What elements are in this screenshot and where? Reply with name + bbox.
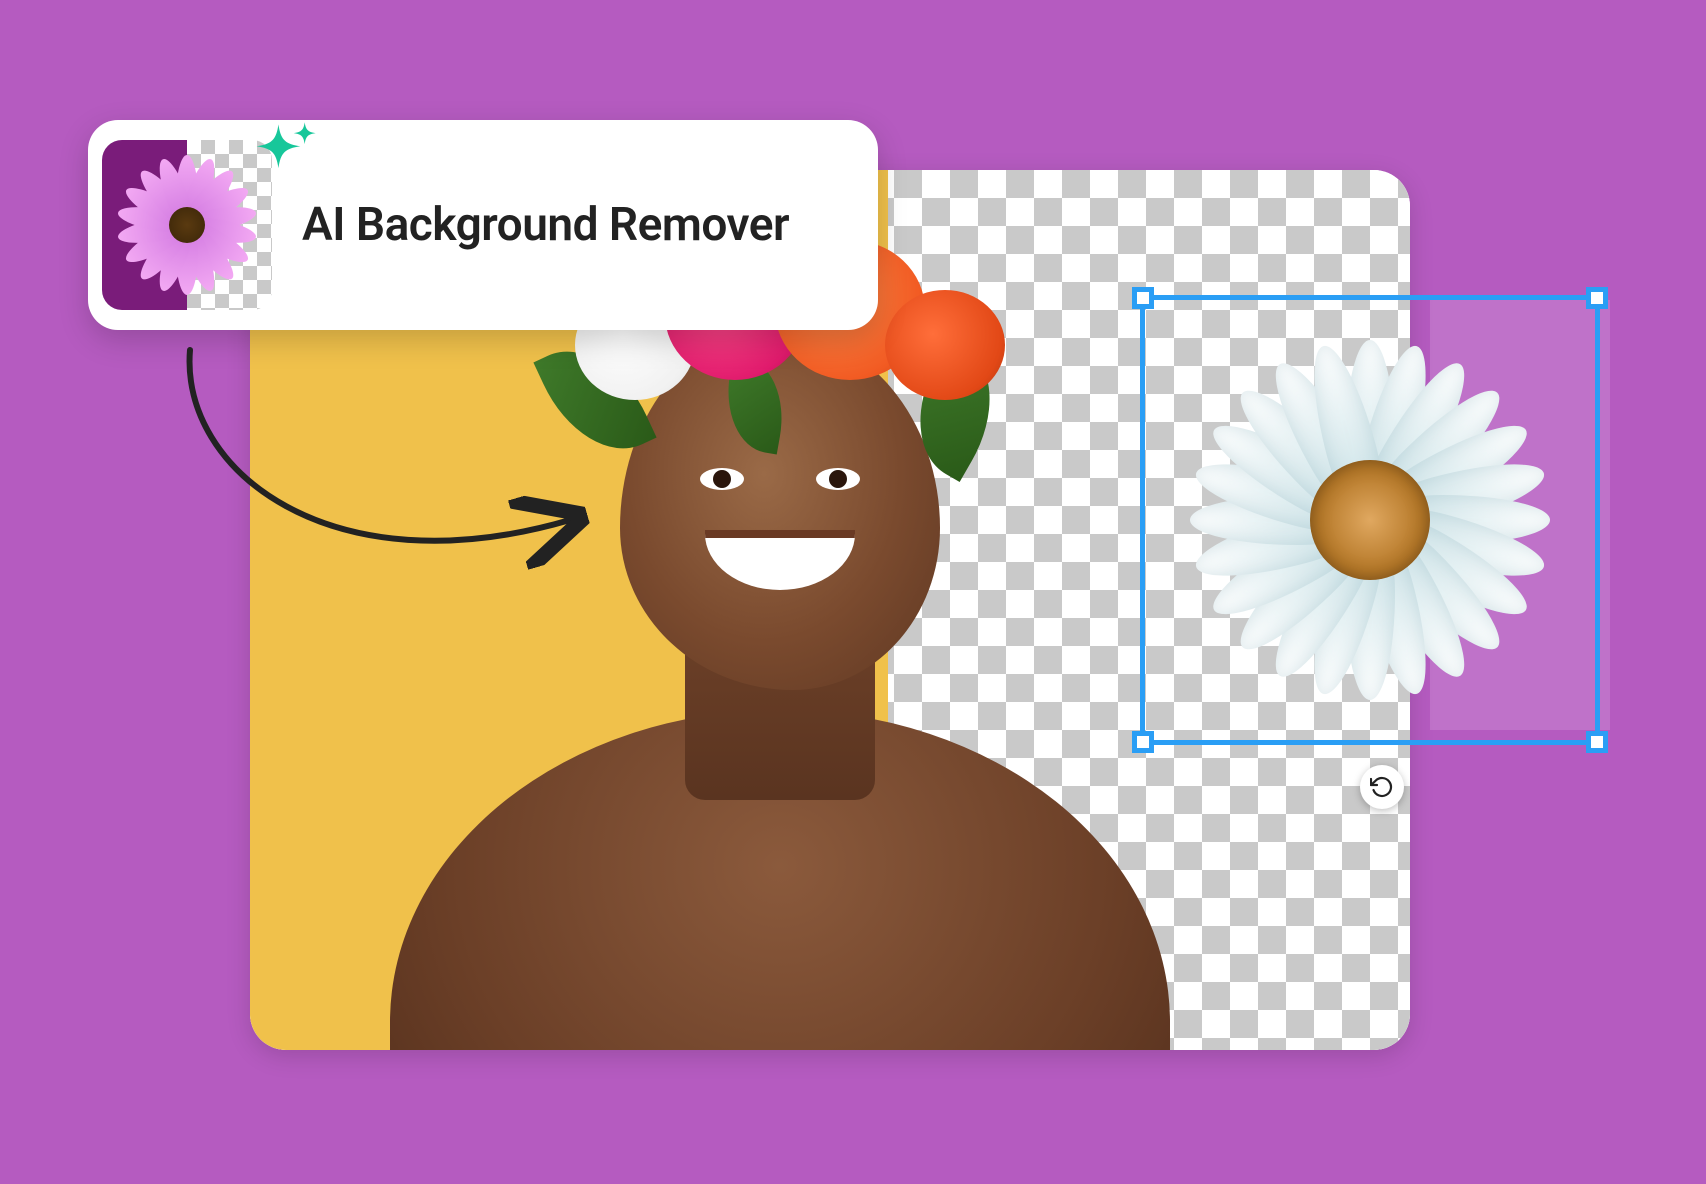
pink-daisy-icon — [112, 150, 262, 300]
selection-bounding-box[interactable] — [1140, 295, 1600, 745]
selected-element[interactable] — [1140, 295, 1600, 745]
resize-handle-bottom-left[interactable] — [1132, 731, 1154, 753]
resize-handle-bottom-right[interactable] — [1586, 731, 1608, 753]
tool-label: AI Background Remover — [302, 198, 789, 252]
orange-rose-icon — [885, 290, 1005, 400]
resize-handle-top-left[interactable] — [1132, 287, 1154, 309]
rotate-ccw-icon — [1370, 775, 1394, 799]
subject-eye-right — [816, 468, 860, 490]
rotate-button[interactable] — [1360, 765, 1404, 809]
arrow-icon — [170, 340, 600, 600]
resize-handle-top-right[interactable] — [1586, 287, 1608, 309]
tool-thumbnail — [102, 140, 272, 310]
ai-background-remover-card[interactable]: AI Background Remover — [88, 120, 878, 330]
subject-eye-left — [700, 468, 744, 490]
sparkle-icon — [250, 120, 320, 190]
